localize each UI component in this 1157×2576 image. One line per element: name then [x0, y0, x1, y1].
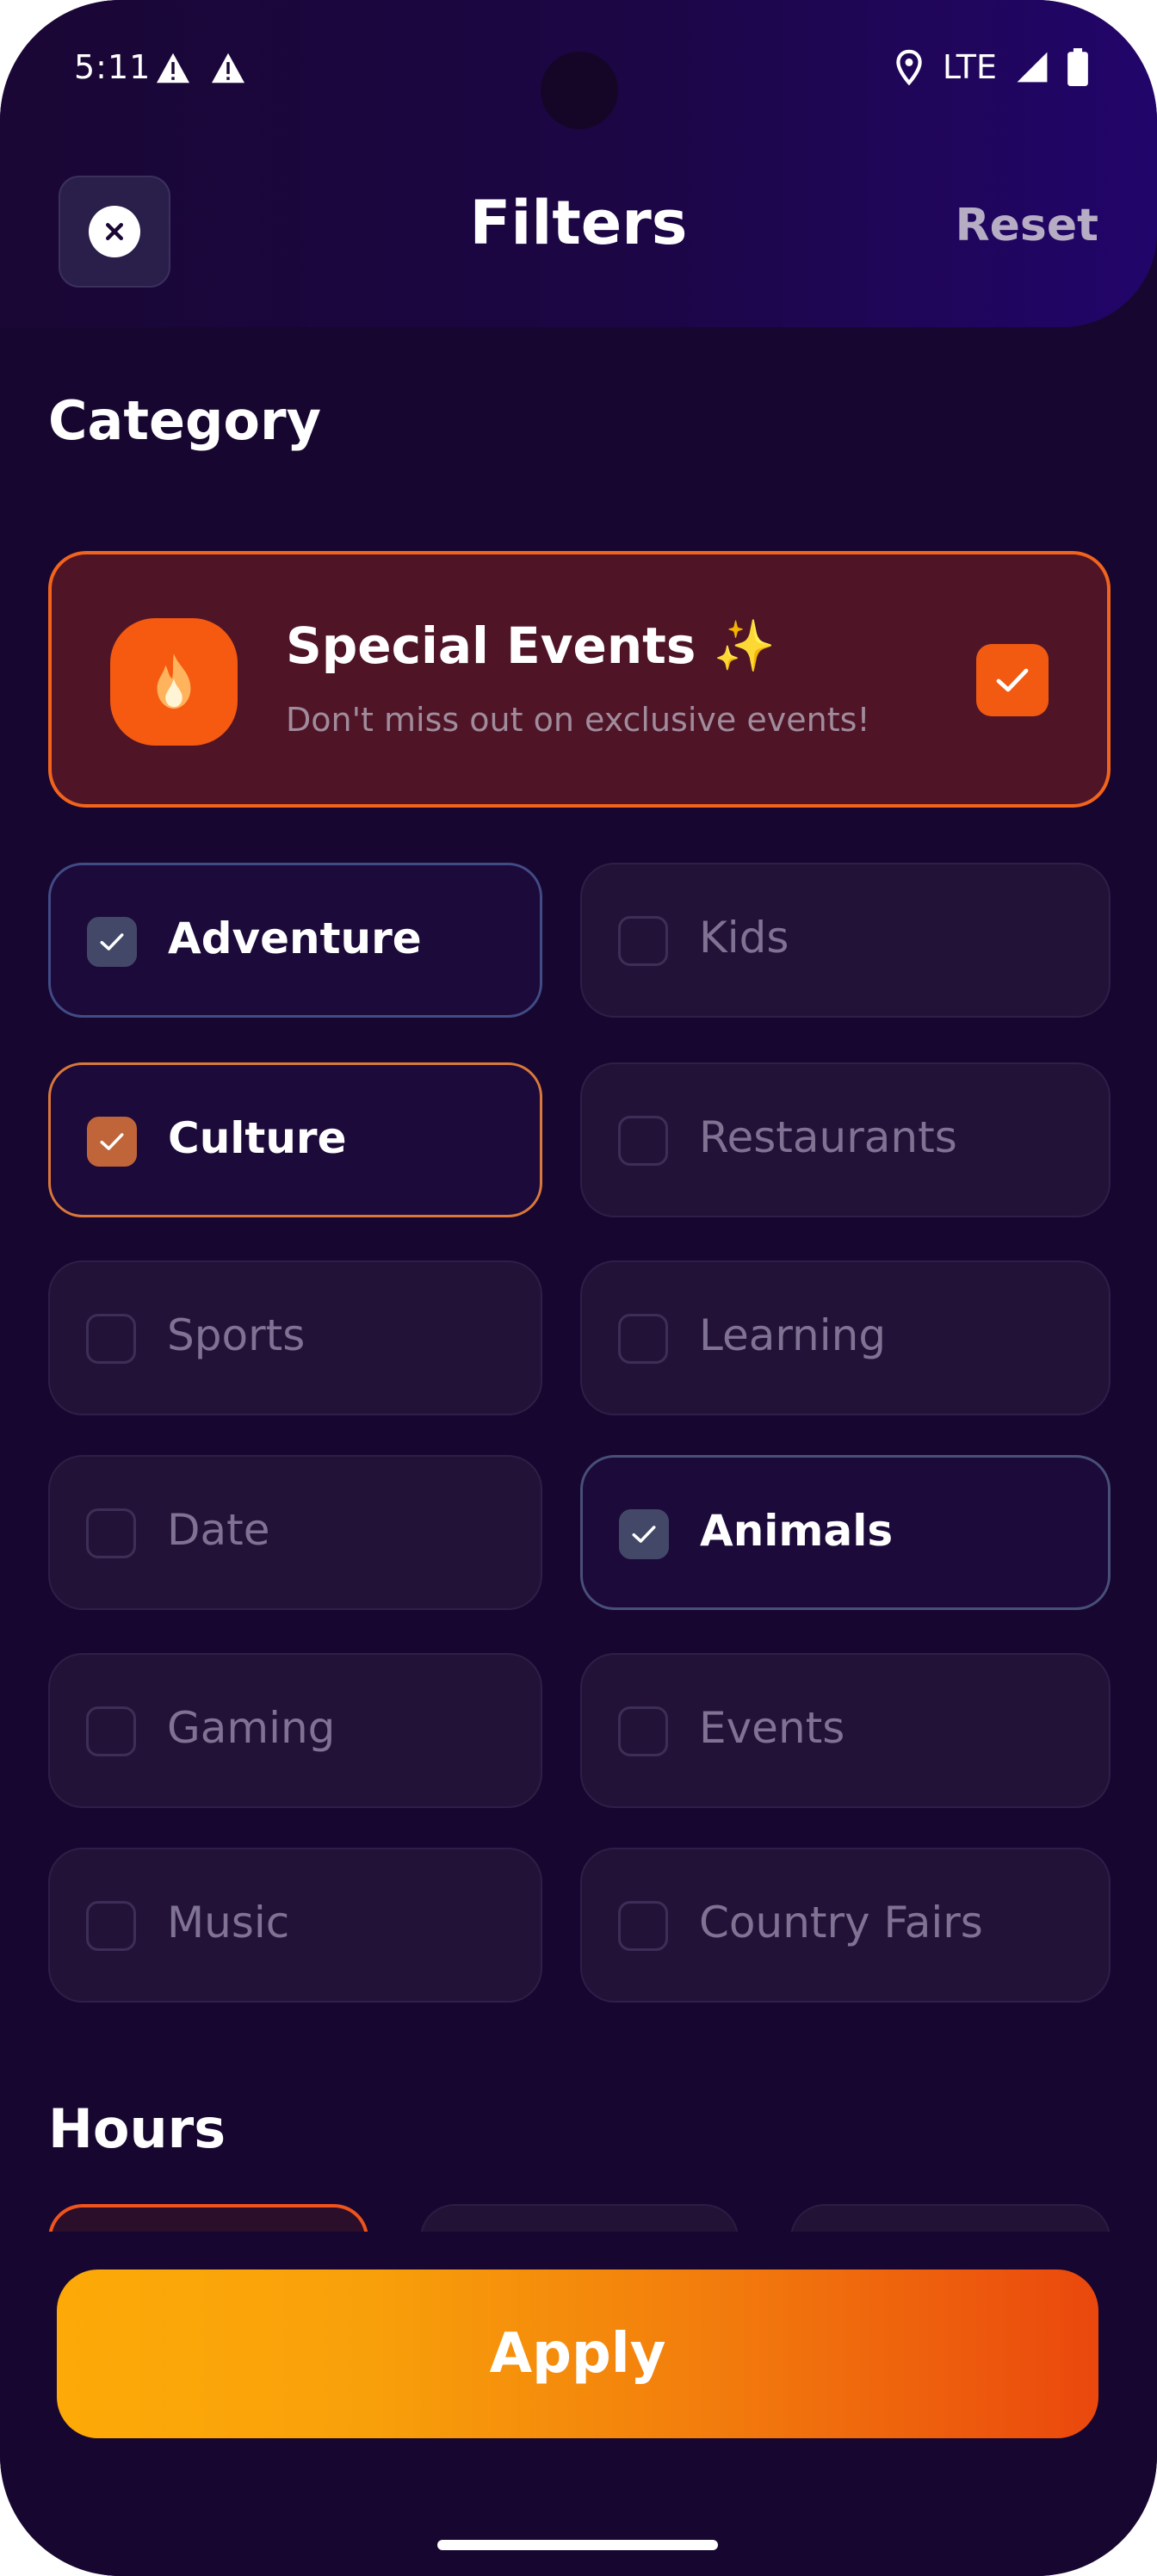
chip-label: Music	[167, 1898, 290, 1947]
checkbox-checked	[87, 917, 137, 967]
category-chip-culture[interactable]: Culture	[48, 1062, 542, 1217]
checkbox-unchecked	[86, 1706, 136, 1756]
chip-label: Date	[167, 1505, 270, 1555]
checkbox-unchecked	[618, 1706, 668, 1756]
reset-button[interactable]: Reset	[956, 200, 1098, 251]
category-chip-date[interactable]: Date	[48, 1455, 542, 1610]
signal-icon	[1017, 52, 1048, 83]
checkbox-unchecked	[618, 916, 668, 966]
category-chip-restaurants[interactable]: Restaurants	[580, 1062, 1111, 1217]
checkbox-checked	[87, 1117, 137, 1167]
location-icon	[896, 49, 922, 85]
category-chip-music[interactable]: Music	[48, 1848, 542, 2003]
category-chip-sports[interactable]: Sports	[48, 1260, 542, 1415]
checkbox-unchecked	[86, 1901, 136, 1951]
special-events-checkbox[interactable]	[976, 644, 1049, 716]
chip-label: Sports	[167, 1310, 306, 1360]
category-title: Category	[48, 389, 321, 452]
category-chip-events[interactable]: Events	[580, 1653, 1111, 1808]
checkbox-checked	[619, 1509, 669, 1559]
category-chip-kids[interactable]: Kids	[580, 863, 1111, 1018]
home-indicator[interactable]	[437, 2540, 718, 2550]
chip-label: Animals	[700, 1506, 894, 1556]
checkbox-unchecked	[86, 1314, 136, 1364]
chip-label: Adventure	[168, 913, 422, 963]
category-chip-gaming[interactable]: Gaming	[48, 1653, 542, 1808]
checkbox-unchecked	[618, 1116, 668, 1166]
camera-cutout	[541, 52, 618, 129]
warning-icon	[212, 53, 244, 84]
category-chip-adventure[interactable]: Adventure	[48, 863, 542, 1018]
network-type: LTE	[942, 48, 997, 86]
chip-label: Learning	[699, 1310, 887, 1360]
chip-label: Kids	[699, 913, 789, 963]
apply-button[interactable]: Apply	[57, 2269, 1098, 2438]
chip-label: Country Fairs	[699, 1898, 983, 1947]
filters-screen: 5:11 LTE Filters Reset Category Special …	[0, 0, 1157, 2576]
status-time: 5:11	[74, 48, 152, 86]
checkbox-unchecked	[618, 1901, 668, 1951]
category-chip-learning[interactable]: Learning	[580, 1260, 1111, 1415]
special-events-title: Special Events ✨	[286, 616, 776, 675]
category-chip-country-fairs[interactable]: Country Fairs	[580, 1848, 1111, 2003]
special-events-subtitle: Don't miss out on exclusive events!	[286, 701, 870, 739]
battery-icon	[1067, 48, 1088, 86]
warning-icon	[157, 53, 189, 84]
chip-label: Culture	[168, 1113, 347, 1163]
fire-icon	[110, 618, 238, 746]
chip-label: Events	[699, 1703, 845, 1753]
checkbox-unchecked	[618, 1314, 668, 1364]
chip-label: Restaurants	[699, 1112, 957, 1162]
checkbox-unchecked	[86, 1508, 136, 1558]
chip-label: Gaming	[167, 1703, 336, 1753]
status-bar: 5:11 LTE	[0, 0, 1157, 138]
category-chip-animals[interactable]: Animals	[580, 1455, 1111, 1610]
hours-title: Hours	[48, 2097, 226, 2160]
special-events-card[interactable]: Special Events ✨ Don't miss out on exclu…	[48, 551, 1111, 808]
